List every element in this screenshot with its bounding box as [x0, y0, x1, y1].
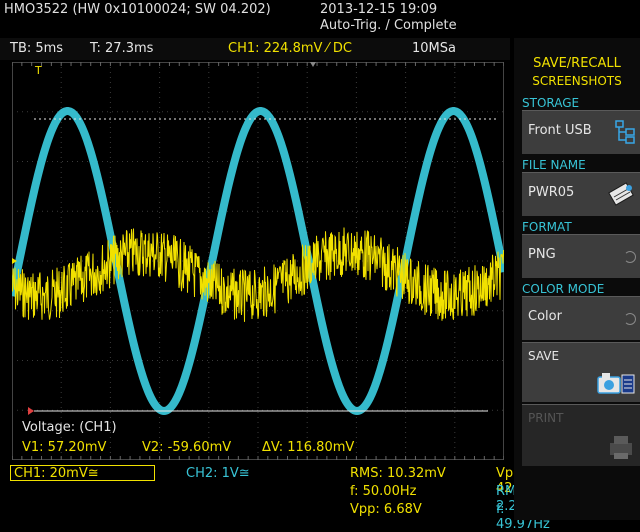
ch1-trigger-readout[interactable]: CH1: 224.8mV ⁄ DC — [228, 41, 352, 56]
cursor-delta-v: ΔV: 116.80mV — [262, 440, 355, 455]
ch2-setting[interactable]: CH2: 1V≅ — [186, 466, 250, 481]
trigger-status: Auto-Trig. / Complete — [320, 18, 457, 33]
ch1-rms: RMS: 10.32mV — [350, 466, 446, 481]
print-label: PRINT — [528, 411, 564, 425]
menu-subtitle: SCREENSHOTS — [532, 74, 622, 88]
storage-value: Front USB — [528, 123, 592, 138]
camera-icon — [597, 373, 635, 394]
softkey-menu: SAVE/RECALL SCREENSHOTS STORAGE Front US… — [514, 38, 640, 520]
format-button[interactable]: PNG — [522, 234, 640, 278]
colormode-label: COLOR MODE — [522, 282, 605, 296]
device-info: HMO3522 (HW 0x10100024; SW 04.202) — [4, 2, 271, 17]
print-button[interactable]: PRINT — [522, 404, 640, 466]
cursor-v1: V1: 57.20mV — [22, 440, 107, 455]
channel-status-bar: CH1: 20mV≅ CH2: 1V≅ RMS: 10.32mV f: 50.0… — [0, 462, 555, 532]
filename-label: FILE NAME — [522, 158, 586, 172]
format-label: FORMAT — [522, 220, 572, 234]
colormode-button[interactable]: Color — [522, 296, 640, 340]
format-value: PNG — [528, 247, 556, 262]
acquisition-info-bar: TB: 5ms T: 27.3ms CH1: 224.8mV ⁄ DC 10MS… — [0, 38, 510, 60]
storage-button[interactable]: Front USB — [522, 110, 640, 154]
filename-value: PWR05 — [528, 185, 575, 200]
trigger-position-icon — [310, 62, 316, 67]
menu-title: SAVE/RECALL — [533, 56, 621, 71]
printer-icon — [610, 436, 632, 459]
trigger-marker-icon: T — [34, 64, 42, 77]
graticule: T — [12, 62, 504, 460]
timebase-readout[interactable]: TB: 5ms — [10, 41, 63, 56]
ch1-setting[interactable]: CH1: 20mV≅ — [10, 465, 155, 481]
ch1-vpp: Vpp: 6.68V — [350, 502, 422, 517]
folder-tree-icon — [615, 120, 635, 144]
cursor-marker-icon — [28, 407, 34, 415]
ch1-freq: f: 50.00Hz — [350, 484, 417, 499]
save-button[interactable]: SAVE — [522, 342, 640, 402]
colormode-value: Color — [528, 309, 562, 324]
sample-rate-readout: 10MSa — [412, 41, 456, 56]
keyboard-edit-icon — [608, 182, 634, 206]
cursor-v2: V2: -59.60mV — [142, 440, 232, 455]
status-header: HMO3522 (HW 0x10100024; SW 04.202) 2013-… — [0, 0, 640, 38]
waveform-display[interactable]: T — [12, 62, 504, 460]
save-label: SAVE — [528, 349, 560, 363]
cursor-title: Voltage: (CH1) — [22, 420, 117, 435]
datetime: 2013-12-15 19:09 — [320, 2, 438, 17]
rotary-icon — [624, 313, 636, 325]
filename-button[interactable]: PWR05 — [522, 172, 640, 216]
storage-label: STORAGE — [522, 96, 580, 110]
rotary-icon — [624, 251, 636, 263]
trigger-time-readout[interactable]: T: 27.3ms — [90, 41, 153, 56]
